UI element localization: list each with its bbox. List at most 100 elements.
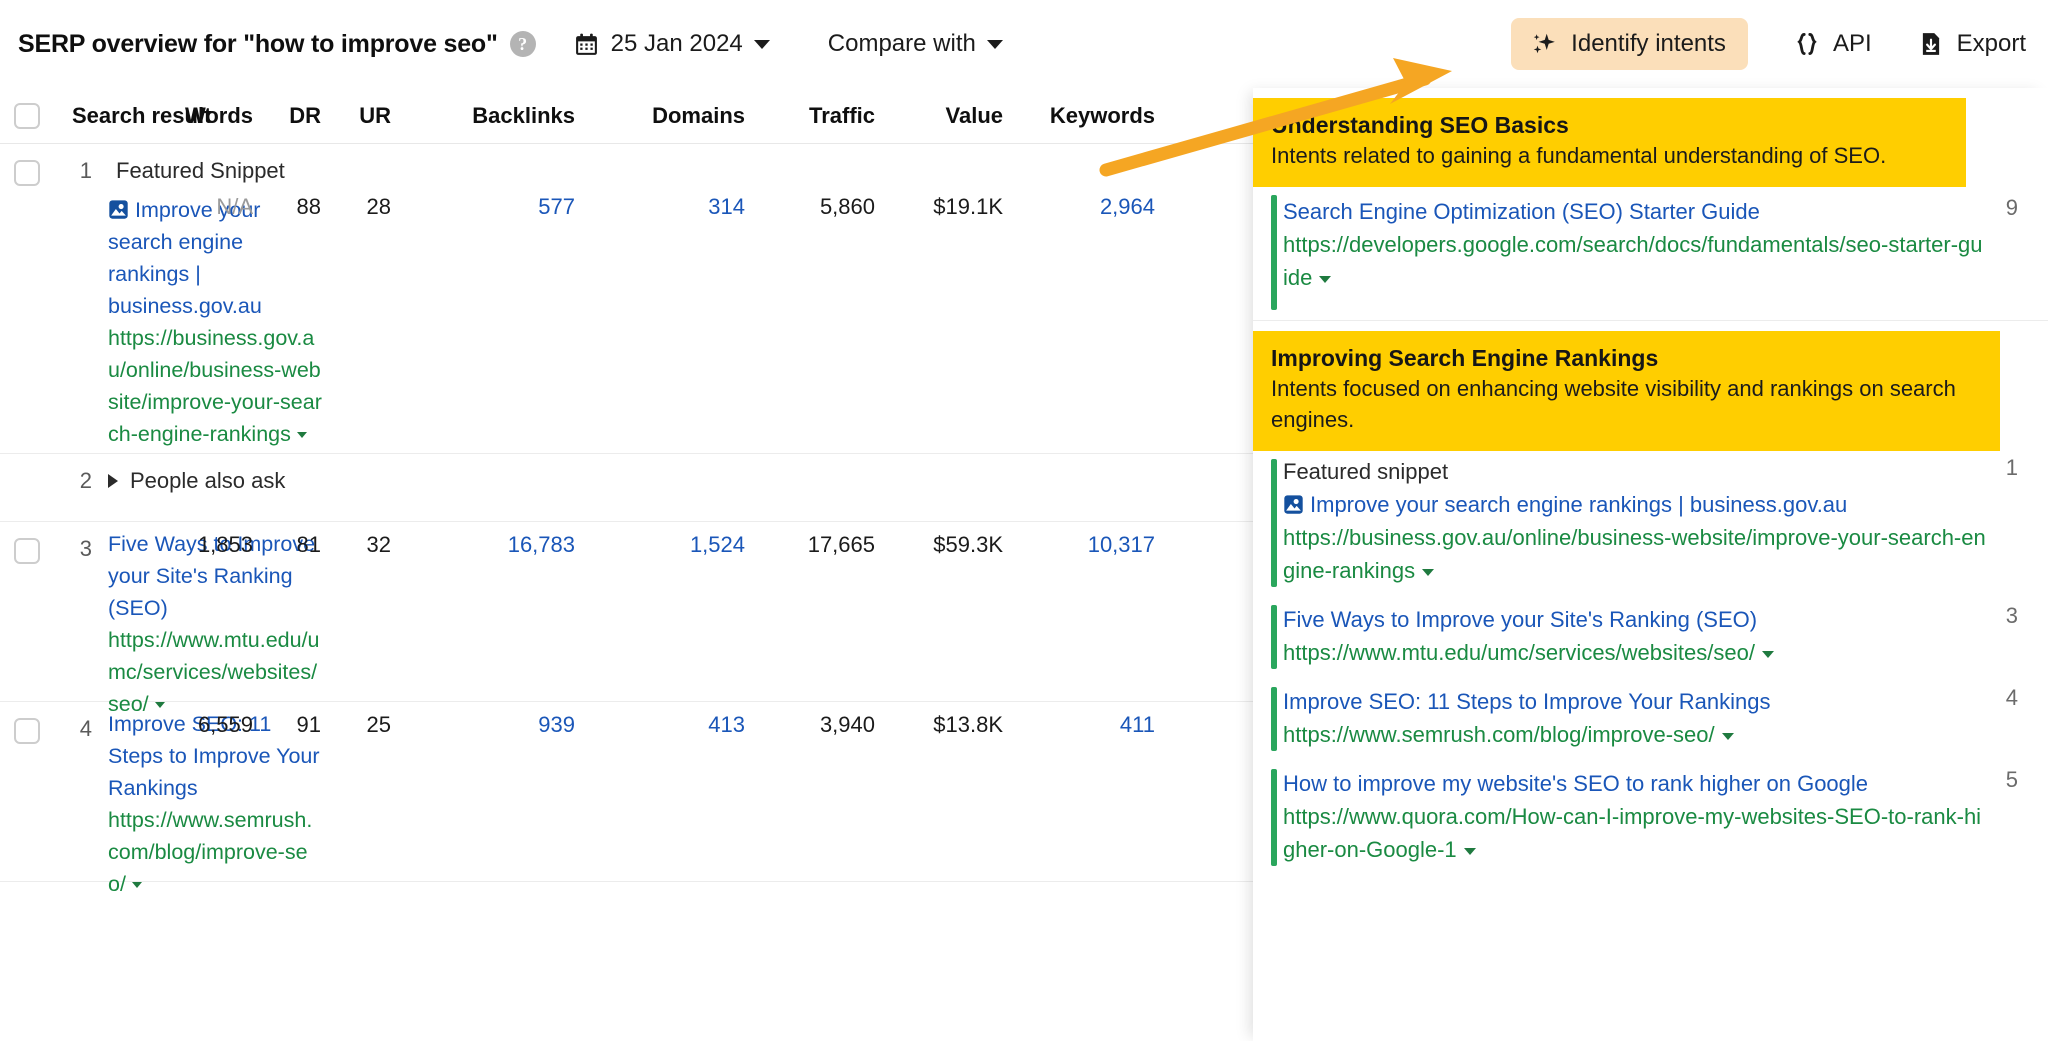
select-all-checkbox[interactable] xyxy=(14,103,40,129)
intent-item[interactable]: 4 Improve SEO: 11 Steps to Improve Your … xyxy=(1253,679,2048,761)
cell-dr: 81 xyxy=(261,532,321,558)
cell-backlinks[interactable]: 577 xyxy=(399,194,575,220)
column-header-dr[interactable]: DR xyxy=(261,88,321,144)
intent-item[interactable]: 9 Search Engine Optimization (SEO) Start… xyxy=(1253,187,2048,320)
column-header-domains[interactable]: Domains xyxy=(585,88,745,144)
column-header-backlinks[interactable]: Backlinks xyxy=(399,88,575,144)
column-header-keywords[interactable]: Keywords xyxy=(1011,88,1155,144)
identify-intents-label: Identify intents xyxy=(1571,30,1726,58)
row-result-url: https://business.gov.au/online/business-… xyxy=(108,326,322,446)
chevron-down-icon[interactable] xyxy=(1422,569,1434,576)
intent-item[interactable]: 5 How to improve my website's SEO to ran… xyxy=(1253,761,2048,876)
api-label: API xyxy=(1833,30,1872,58)
chevron-down-icon[interactable] xyxy=(1762,651,1774,658)
row-rank: 1 xyxy=(72,158,92,184)
export-button[interactable]: Export xyxy=(1918,30,2026,58)
intent-item-url-wrap[interactable]: https://business.gov.au/online/business-… xyxy=(1283,521,2048,587)
column-header-value[interactable]: Value xyxy=(883,88,1003,144)
table-row[interactable]: 3 Five Ways to Improve your Site's Ranki… xyxy=(0,522,1253,702)
row-result-url-wrap[interactable]: https://www.semrush.com/blog/improve-seo… xyxy=(108,804,323,900)
chevron-down-icon xyxy=(754,40,770,49)
row-rank: 4 xyxy=(72,716,92,742)
chevron-down-icon[interactable] xyxy=(1319,276,1331,283)
cell-backlinks[interactable]: 939 xyxy=(399,712,575,738)
row-checkbox[interactable] xyxy=(14,160,40,186)
cell-keywords[interactable]: 10,317 xyxy=(1011,532,1155,558)
cell-dr: 91 xyxy=(261,712,321,738)
cell-traffic: 3,940 xyxy=(753,712,875,738)
intent-item-accent-bar xyxy=(1271,769,1277,866)
table-row[interactable]: 4 Improve SEO: 11 Steps to Improve Your … xyxy=(0,702,1253,882)
intent-item-url-wrap[interactable]: https://developers.google.com/search/doc… xyxy=(1283,228,2048,294)
image-result-icon xyxy=(1283,494,1304,515)
intent-item-title-wrap[interactable]: Improve your search engine rankings | bu… xyxy=(1283,488,2048,521)
row-rank: 2 xyxy=(72,468,92,494)
chevron-down-icon[interactable] xyxy=(297,432,307,438)
intent-item-url-wrap[interactable]: https://www.mtu.edu/umc/services/website… xyxy=(1283,636,2048,669)
intent-group-header: Improving Search Engine Rankings Intents… xyxy=(1253,331,2000,451)
intent-group: Understanding SEO Basics Intents related… xyxy=(1253,88,2048,320)
cell-keywords[interactable]: 2,964 xyxy=(1011,194,1155,220)
cell-ur: 25 xyxy=(331,712,391,738)
cell-ur: 32 xyxy=(331,532,391,558)
intents-panel: Understanding SEO Basics Intents related… xyxy=(1253,88,2048,1041)
cell-words: N/A xyxy=(133,194,253,220)
braces-icon xyxy=(1794,31,1820,57)
compare-with-dropdown[interactable]: Compare with xyxy=(828,30,1003,58)
cell-ur: 28 xyxy=(331,194,391,220)
cell-value: $59.3K xyxy=(883,532,1003,558)
intent-item-url-wrap[interactable]: https://www.semrush.com/blog/improve-seo… xyxy=(1283,718,2048,751)
compare-with-label: Compare with xyxy=(828,30,976,57)
intent-group-header: Understanding SEO Basics Intents related… xyxy=(1253,98,1966,187)
api-button[interactable]: API xyxy=(1794,30,1872,58)
table-row[interactable]: 1 Featured Snippet Improve your search e… xyxy=(0,144,1253,454)
column-header-ur[interactable]: UR xyxy=(331,88,391,144)
intent-group-description: Intents related to gaining a fundamental… xyxy=(1271,140,1948,171)
question-mark-icon[interactable]: ? xyxy=(510,31,536,57)
serp-overview-page: SERP overview for "how to improve seo" ?… xyxy=(0,0,2048,1041)
cell-domains[interactable]: 413 xyxy=(585,712,745,738)
row-result-url-wrap[interactable]: https://business.gov.au/online/business-… xyxy=(108,322,323,450)
intent-group: Improving Search Engine Rankings Intents… xyxy=(1253,320,2048,876)
chevron-down-icon[interactable] xyxy=(132,882,142,888)
intent-item-url-wrap[interactable]: https://www.quora.com/How-can-I-improve-… xyxy=(1283,800,2048,866)
chevron-down-icon[interactable] xyxy=(1722,733,1734,740)
intent-item-accent-bar xyxy=(1271,605,1277,669)
image-result-icon xyxy=(108,199,129,220)
top-toolbar: SERP overview for "how to improve seo" ?… xyxy=(0,0,2048,88)
download-file-icon xyxy=(1918,31,1944,57)
intent-item[interactable]: 3 Five Ways to Improve your Site's Ranki… xyxy=(1253,597,2048,679)
cell-value: $19.1K xyxy=(883,194,1003,220)
row-checkbox[interactable] xyxy=(14,538,40,564)
cell-keywords[interactable]: 411 xyxy=(1011,712,1155,738)
chevron-down-icon[interactable] xyxy=(1464,848,1476,855)
row-result-kind: Featured Snippet xyxy=(116,158,285,184)
row-rank: 3 xyxy=(72,536,92,562)
cell-words: 1,853 xyxy=(133,532,253,558)
cell-traffic: 5,860 xyxy=(753,194,875,220)
serp-results-table: Search result Words DR UR Backlinks Doma… xyxy=(0,88,1253,1041)
cell-domains[interactable]: 1,524 xyxy=(585,532,745,558)
sparkle-icon xyxy=(1531,31,1557,57)
intent-item-accent-bar xyxy=(1271,195,1277,310)
cell-domains[interactable]: 314 xyxy=(585,194,745,220)
column-header-words[interactable]: Words xyxy=(133,88,253,144)
date-picker[interactable]: 25 Jan 2024 xyxy=(574,30,770,58)
intent-group-description: Intents focused on enhancing website vis… xyxy=(1271,373,1982,435)
row-checkbox[interactable] xyxy=(14,718,40,744)
intent-item-title[interactable]: Five Ways to Improve your Site's Ranking… xyxy=(1283,603,2048,636)
intent-item-accent-bar xyxy=(1271,459,1277,587)
intent-item-title[interactable]: How to improve my website's SEO to rank … xyxy=(1283,767,2048,800)
table-row[interactable]: 2 People also ask xyxy=(0,454,1253,522)
intent-item-title[interactable]: Search Engine Optimization (SEO) Starter… xyxy=(1283,195,2048,228)
intent-item[interactable]: 1 Featured snippet Improve your search e… xyxy=(1253,451,2048,597)
people-also-ask-expander[interactable]: People also ask xyxy=(108,468,285,494)
identify-intents-button[interactable]: Identify intents xyxy=(1511,18,1748,70)
intent-item-url: https://www.mtu.edu/umc/services/website… xyxy=(1283,640,1755,665)
column-header-traffic[interactable]: Traffic xyxy=(753,88,875,144)
calendar-icon xyxy=(574,32,599,57)
chevron-down-icon xyxy=(987,40,1003,49)
toolbar-actions: Identify intents API Export xyxy=(1511,0,2026,88)
cell-backlinks[interactable]: 16,783 xyxy=(399,532,575,558)
intent-item-title[interactable]: Improve SEO: 11 Steps to Improve Your Ra… xyxy=(1283,685,2048,718)
